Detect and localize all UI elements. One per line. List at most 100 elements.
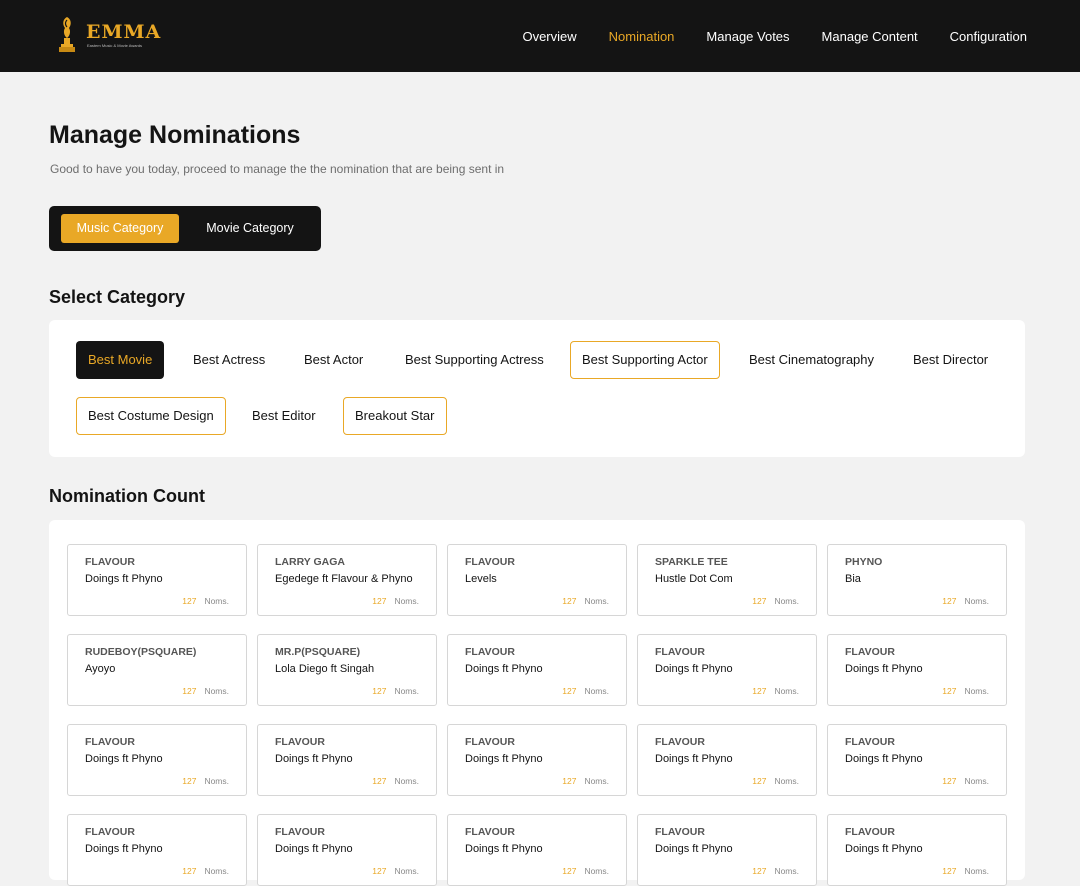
top-navbar: EMMA Eastern Music & Movie Awards Overvi… (0, 0, 1080, 72)
nominee-artist: LARRY GAGA (275, 556, 346, 568)
category-chip-best-cinematography[interactable]: Best Cinematography (737, 341, 886, 379)
nominee-artist: FLAVOUR (85, 556, 135, 568)
movie-category-button[interactable]: Movie Category (193, 214, 307, 243)
nomination-count-unit: Noms. (774, 776, 799, 786)
nomination-count: 127 Noms. (372, 776, 419, 786)
nav-item-manage-votes[interactable]: Manage Votes (706, 29, 789, 44)
nomination-card[interactable]: LARRY GAGA Egedege ft Flavour & Phyno 127 N… (257, 544, 437, 616)
nominee-artist: FLAVOUR (655, 736, 705, 748)
nominee-artist: FLAVOUR (465, 826, 515, 838)
nomination-count: 127 Noms. (372, 686, 419, 696)
category-panel: Best Movie Best Actress Best Actor Best Sup… (49, 320, 1025, 457)
category-chip-best-movie[interactable]: Best Movie (76, 341, 165, 379)
category-chip-best-editor[interactable]: Best Editor (240, 397, 328, 435)
nominee-artist: FLAVOUR (845, 646, 895, 658)
nominee-song: Doings ft Phyno (655, 753, 733, 765)
category-chip-best-actress[interactable]: Best Actress (181, 341, 277, 379)
nominee-song: Doings ft Phyno (85, 843, 163, 855)
nomination-count-value: 127 (562, 776, 577, 786)
nomination-card[interactable]: FLAVOUR Doings ft Phyno 127 Noms. (257, 814, 437, 886)
nomination-card[interactable]: SPARKLE TEE Hustle Dot Com 127 Noms. (637, 544, 817, 616)
nominee-song: Hustle Dot Com (655, 573, 733, 585)
nomination-count-unit: Noms. (394, 776, 419, 786)
nomination-count-unit: Noms. (774, 596, 799, 606)
nav-item-configuration[interactable]: Configuration (950, 29, 1027, 44)
nomination-count-value: 127 (942, 776, 957, 786)
nav-item-nomination[interactable]: Nomination (609, 29, 675, 44)
nomination-count: 127 Noms. (182, 686, 229, 696)
nomination-count-unit: Noms. (774, 686, 799, 696)
nominee-song: Levels (465, 573, 497, 585)
nomination-count-unit: Noms. (964, 596, 989, 606)
nomination-count: 127 Noms. (942, 596, 989, 606)
page-subtitle: Good to have you today, proceed to manag… (50, 162, 505, 176)
brand-tagline: Eastern Music & Movie Awards (87, 43, 143, 48)
category-chip-best-costume-design[interactable]: Best Costume Design (76, 397, 226, 435)
nominee-artist: FLAVOUR (275, 736, 325, 748)
nomination-card[interactable]: FLAVOUR Doings ft Phyno 127 Noms. (67, 544, 247, 616)
nomination-card[interactable]: FLAVOUR Doings ft Phyno 127 Noms. (827, 724, 1007, 796)
brand-name: EMMA (86, 21, 162, 43)
nomination-count-value: 127 (752, 596, 767, 606)
nomination-card[interactable]: FLAVOUR Doings ft Phyno 127 Noms. (637, 724, 817, 796)
nomination-card[interactable]: PHYNO Bia 127 Noms. (827, 544, 1007, 616)
nominee-artist: FLAVOUR (85, 736, 135, 748)
nomination-count-unit: Noms. (584, 686, 609, 696)
nomination-count-value: 127 (182, 596, 197, 606)
category-chip-best-supporting-actor[interactable]: Best Supporting Actor (570, 341, 720, 379)
nomination-card[interactable]: FLAVOUR Doings ft Phyno 127 Noms. (827, 634, 1007, 706)
nominee-artist: FLAVOUR (85, 826, 135, 838)
nominee-artist: FLAVOUR (845, 826, 895, 838)
nomination-card[interactable]: FLAVOUR Doings ft Phyno 127 Noms. (447, 634, 627, 706)
select-category-heading: Select Category (49, 287, 186, 307)
nomination-card[interactable]: FLAVOUR Doings ft Phyno 127 Noms. (67, 724, 247, 796)
category-chip-best-director[interactable]: Best Director (901, 341, 1000, 379)
nomination-card[interactable]: RUDEBOY(PSQUARE) Ayoyo 127 Noms. (67, 634, 247, 706)
nomination-card[interactable]: FLAVOUR Doings ft Phyno 127 Noms. (827, 814, 1007, 886)
nomination-card[interactable]: FLAVOUR Doings ft Phyno 127 Noms. (637, 814, 817, 886)
nomination-card[interactable]: FLAVOUR Doings ft Phyno 127 Noms. (257, 724, 437, 796)
nomination-count: 127 Noms. (942, 686, 989, 696)
nomination-card[interactable]: MR.P(PSQUARE) Lola Diego ft Singah 127 Noms… (257, 634, 437, 706)
nomination-count-value: 127 (182, 686, 197, 696)
nomination-card[interactable]: FLAVOUR Doings ft Phyno 127 Noms. (637, 634, 817, 706)
nomination-count: 127 Noms. (182, 776, 229, 786)
nav-item-overview[interactable]: Overview (522, 29, 576, 44)
nominee-song: Doings ft Phyno (275, 753, 353, 765)
nomination-count: 127 Noms. (372, 596, 419, 606)
nominee-song: Doings ft Phyno (845, 843, 923, 855)
nomination-count: 127 Noms. (942, 776, 989, 786)
nomination-count: 127 Noms. (562, 596, 609, 606)
nominee-artist: FLAVOUR (655, 646, 705, 658)
nominee-song: Lola Diego ft Singah (275, 663, 375, 675)
nominee-song: Doings ft Phyno (85, 573, 163, 585)
nominee-song: Doings ft Phyno (655, 663, 733, 675)
nav-item-manage-content[interactable]: Manage Content (822, 29, 918, 44)
category-chip-best-actor[interactable]: Best Actor (292, 341, 375, 379)
nominee-artist: FLAVOUR (465, 736, 515, 748)
brand-logo[interactable]: EMMA Eastern Music & Movie Awards (56, 14, 160, 58)
nomination-card[interactable]: FLAVOUR Doings ft Phyno 127 Noms. (447, 814, 627, 886)
nomination-count-unit: Noms. (204, 686, 229, 696)
nomination-count-unit: Noms. (204, 776, 229, 786)
nomination-count-value: 127 (372, 686, 387, 696)
nomination-count-unit: Noms. (584, 776, 609, 786)
category-chip-best-supporting-actress[interactable]: Best Supporting Actress (393, 341, 556, 379)
nominee-song: Ayoyo (85, 663, 116, 675)
nomination-count: 127 Noms. (182, 596, 229, 606)
category-chip-breakout-star[interactable]: Breakout Star (343, 397, 447, 435)
nomination-count-unit: Noms. (394, 686, 419, 696)
nomination-card[interactable]: FLAVOUR Doings ft Phyno 127 Noms. (447, 724, 627, 796)
music-category-button[interactable]: Music Category (61, 214, 179, 243)
nomination-count-value: 127 (562, 686, 577, 696)
nomination-card[interactable]: FLAVOUR Doings ft Phyno 127 Noms. (67, 814, 247, 886)
nomination-card[interactable]: FLAVOUR Levels 127 Noms. (447, 544, 627, 616)
nominee-artist: PHYNO (845, 556, 883, 568)
nominee-song: Doings ft Phyno (275, 843, 353, 855)
nominee-artist: MR.P(PSQUARE) (275, 646, 361, 658)
nominee-artist: FLAVOUR (655, 826, 705, 838)
page-title: Manage Nominations (49, 121, 301, 149)
nomination-count: 127 Noms. (752, 686, 799, 696)
nominee-song: Doings ft Phyno (655, 843, 733, 855)
nominee-song: Doings ft Phyno (845, 663, 923, 675)
